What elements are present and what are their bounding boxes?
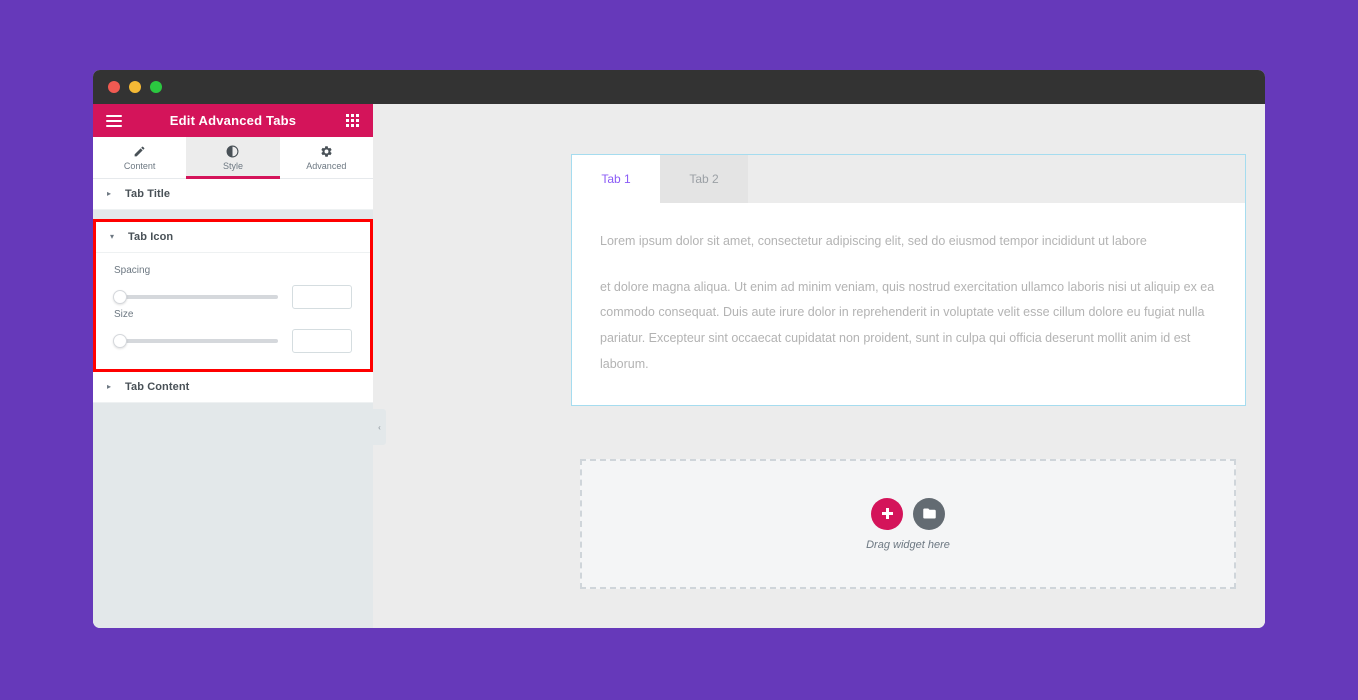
size-input[interactable] xyxy=(292,329,352,353)
tab-content-label: Content xyxy=(123,161,156,171)
size-slider-track xyxy=(114,339,278,343)
spacing-slider-track xyxy=(114,295,278,299)
window-body: Edit Advanced Tabs Content Style Advance… xyxy=(93,104,1265,628)
widget-tab-1[interactable]: Tab 1 xyxy=(572,155,660,203)
tab-icon-controls: Spacing Size xyxy=(96,253,370,369)
spacing-row xyxy=(113,285,352,309)
gear-icon xyxy=(320,144,333,158)
tabs-widget: Tab 1 Tab 2 Lorem ipsum dolor sit amet, … xyxy=(571,154,1246,407)
panel-collapse-handle[interactable]: ‹ xyxy=(373,409,386,445)
minimize-window-button[interactable] xyxy=(129,81,141,93)
window-titlebar xyxy=(93,70,1265,104)
browser-window: Edit Advanced Tabs Content Style Advance… xyxy=(93,70,1265,628)
size-slider-handle[interactable] xyxy=(113,334,127,348)
tab-icon-highlight-group: ▾ Tab Icon Spacing Size xyxy=(93,219,373,372)
section-tab-title[interactable]: ▸ Tab Title xyxy=(93,179,373,210)
size-control: Size xyxy=(113,309,352,353)
tab-advanced-label: Advanced xyxy=(306,161,347,171)
panel-header: Edit Advanced Tabs xyxy=(93,104,373,137)
section-tab-content[interactable]: ▸ Tab Content xyxy=(93,372,373,403)
dropzone-buttons xyxy=(871,497,945,530)
pencil-icon xyxy=(133,144,146,158)
tab-paragraph-1: Lorem ipsum dolor sit amet, consectetur … xyxy=(600,234,1147,248)
contrast-icon xyxy=(226,144,239,158)
preview-canvas: Tab 1 Tab 2 Lorem ipsum dolor sit amet, … xyxy=(373,104,1265,628)
maximize-window-button[interactable] xyxy=(150,81,162,93)
spacing-slider[interactable] xyxy=(113,290,278,304)
size-row xyxy=(113,329,352,353)
add-widget-button[interactable] xyxy=(871,497,903,530)
plus-icon xyxy=(881,508,893,519)
section-tab-title-label: Tab Title xyxy=(125,188,171,200)
chevron-right-icon: ▸ xyxy=(107,382,112,391)
dropzone-label: Drag widget here xyxy=(866,538,950,551)
spacing-slider-handle[interactable] xyxy=(113,290,127,304)
tab-style-label: Style xyxy=(222,161,243,171)
panel-tab-bar: Content Style Advanced xyxy=(93,137,373,179)
widget-dropzone[interactable]: Drag widget here xyxy=(580,459,1236,589)
spacing-label: Spacing xyxy=(114,265,151,276)
tab-advanced[interactable]: Advanced xyxy=(279,137,373,178)
hamburger-icon[interactable] xyxy=(105,112,123,130)
size-label: Size xyxy=(114,309,134,320)
tabs-widget-bar: Tab 1 Tab 2 xyxy=(572,155,1245,203)
add-template-button[interactable] xyxy=(913,497,945,530)
size-slider[interactable] xyxy=(113,334,278,348)
section-tab-icon[interactable]: ▾ Tab Icon xyxy=(96,222,370,253)
chevron-down-icon: ▾ xyxy=(110,232,115,241)
section-divider xyxy=(93,210,373,219)
widget-tab-2[interactable]: Tab 2 xyxy=(660,155,748,203)
panel-sections: ▸ Tab Title ▾ Tab Icon Spacing Size ▸ Ta… xyxy=(93,179,373,403)
chevron-right-icon: ▸ xyxy=(107,189,112,198)
folder-icon xyxy=(922,508,936,519)
grid-icon[interactable] xyxy=(343,112,361,130)
tab-content[interactable]: Content xyxy=(93,137,187,178)
close-window-button[interactable] xyxy=(108,81,120,93)
spacing-control: Spacing xyxy=(113,265,352,309)
section-tab-icon-label: Tab Icon xyxy=(128,231,174,243)
tabs-widget-content: Lorem ipsum dolor sit amet, consectetur … xyxy=(572,203,1245,406)
tab-style[interactable]: Style xyxy=(186,137,280,179)
editor-panel: Edit Advanced Tabs Content Style Advance… xyxy=(93,104,373,628)
tab-paragraph-2: et dolore magna aliqua. Ut enim ad minim… xyxy=(600,279,1215,371)
spacing-input[interactable] xyxy=(292,285,352,309)
panel-title: Edit Advanced Tabs xyxy=(169,113,297,128)
section-tab-content-label: Tab Content xyxy=(125,381,190,393)
